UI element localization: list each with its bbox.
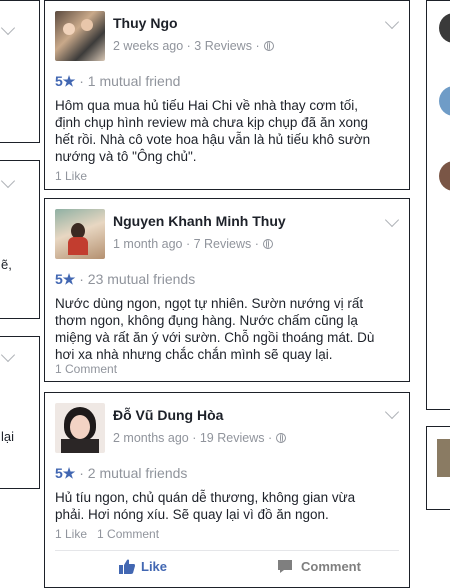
avatar[interactable] xyxy=(437,439,450,477)
review-card: Nguyen Khanh Minh Thuy 1 month ago · 7 R… xyxy=(44,198,410,382)
comment-count[interactable]: 1 Comment xyxy=(97,527,159,541)
left-card-3: lại xyxy=(0,336,40,489)
mutual-friends[interactable]: 2 mutual friends xyxy=(88,465,188,481)
chevron-down-icon[interactable] xyxy=(0,173,16,189)
rating-stars: 5★ xyxy=(55,465,76,481)
review-count[interactable]: 3 Reviews xyxy=(194,39,252,53)
avatar[interactable] xyxy=(439,13,450,43)
review-count[interactable]: 19 Reviews xyxy=(200,431,265,445)
review-footer: 1 Like 1 Comment xyxy=(55,527,159,541)
globe-icon xyxy=(276,433,287,443)
reviewer-name[interactable]: Thuy Ngo xyxy=(113,15,178,31)
comment-button[interactable]: Comment xyxy=(277,559,361,574)
rating-line: 5★ · 23 mutual friends xyxy=(55,271,196,287)
text-fragment: lại xyxy=(1,429,15,444)
mutual-friends[interactable]: 1 mutual friend xyxy=(88,73,181,89)
avatar[interactable] xyxy=(55,209,105,259)
rating-stars: 5★ xyxy=(55,271,76,287)
reviewer-name[interactable]: Đỗ Vũ Dung Hòa xyxy=(113,407,223,423)
comment-count[interactable]: 1 Comment xyxy=(55,362,117,376)
action-bar: Like Comment xyxy=(45,559,409,581)
review-text: Nước dùng ngon, ngọt tự nhiên. Sườn nướn… xyxy=(55,296,375,362)
rating-stars: 5★ xyxy=(55,73,76,89)
text-fragment: ẽ, xyxy=(1,257,12,272)
review-time[interactable]: 2 months ago xyxy=(113,431,189,445)
divider xyxy=(55,550,399,551)
review-card: Thuy Ngo 2 weeks ago · 3 Reviews · 5★ · … xyxy=(44,0,410,190)
left-card-1 xyxy=(0,0,40,143)
reviewer-name[interactable]: Nguyen Khanh Minh Thuy xyxy=(113,213,286,229)
rating-line: 5★ · 1 mutual friend xyxy=(55,73,181,89)
thumbs-up-icon xyxy=(119,559,135,574)
chevron-down-icon[interactable] xyxy=(0,20,16,36)
review-text: Hủ tíu ngon, chủ quán dễ thương, không g… xyxy=(55,490,356,522)
avatar[interactable] xyxy=(439,161,450,191)
review-meta: 1 month ago · 7 Reviews · xyxy=(113,237,273,251)
like-count[interactable]: 1 Like xyxy=(55,169,87,183)
rating-line: 5★ · 2 mutual friends xyxy=(55,465,188,481)
globe-icon xyxy=(262,239,273,249)
review-meta: 2 weeks ago · 3 Reviews · xyxy=(113,39,274,53)
review-text: Hôm qua mua hủ tiếu Hai Chi về nhà thay … xyxy=(55,98,371,164)
review-meta: 2 months ago · 19 Reviews · xyxy=(113,431,287,445)
right-card-1 xyxy=(426,0,450,410)
comment-label: Comment xyxy=(301,559,361,574)
review-time[interactable]: 2 weeks ago xyxy=(113,39,183,53)
chevron-down-icon[interactable] xyxy=(384,212,400,228)
like-button[interactable]: Like xyxy=(119,559,167,574)
mutual-friends[interactable]: 23 mutual friends xyxy=(88,271,195,287)
avatar[interactable] xyxy=(55,403,105,453)
chevron-down-icon[interactable] xyxy=(384,404,400,420)
like-count[interactable]: 1 Like xyxy=(55,527,87,541)
chevron-down-icon[interactable] xyxy=(384,14,400,30)
chevron-down-icon[interactable] xyxy=(0,347,16,363)
globe-icon xyxy=(263,41,274,51)
review-time[interactable]: 1 month ago xyxy=(113,237,183,251)
review-count[interactable]: 7 Reviews xyxy=(194,237,252,251)
left-card-2: ẽ, xyxy=(0,160,40,319)
review-card: Đỗ Vũ Dung Hòa 2 months ago · 19 Reviews… xyxy=(44,392,410,588)
like-label: Like xyxy=(141,559,168,574)
right-card-2 xyxy=(426,426,450,510)
avatar[interactable] xyxy=(55,11,105,61)
comment-icon xyxy=(278,560,292,573)
avatar[interactable] xyxy=(439,86,450,116)
